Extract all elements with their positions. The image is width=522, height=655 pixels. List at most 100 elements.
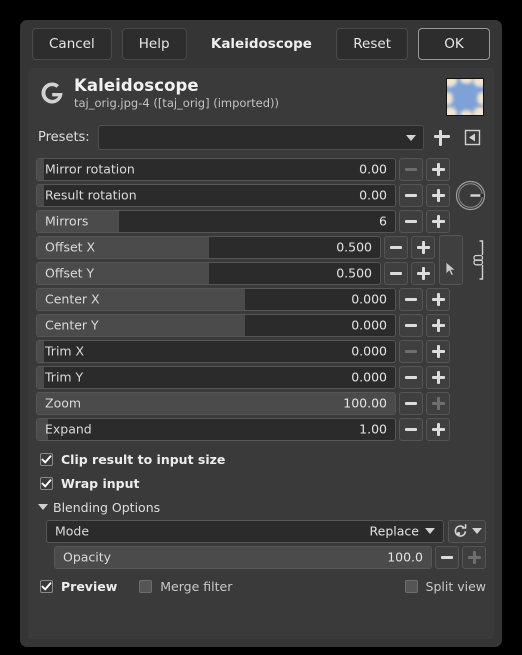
param-label: Result rotation	[45, 187, 137, 203]
mirrors-increment-button[interactable]	[426, 209, 450, 233]
presets-row: Presets:	[36, 122, 486, 157]
param-row-mirrors: Mirrors 6	[36, 209, 486, 233]
offset-x-slider[interactable]: Offset X 0.500	[36, 235, 381, 259]
chevron-down-icon	[471, 528, 482, 534]
trim-x-decrement-button[interactable]	[399, 339, 423, 363]
chain-link-icon[interactable]	[466, 235, 486, 285]
zoom-decrement-button[interactable]	[399, 391, 423, 415]
cancel-button[interactable]: Cancel	[32, 28, 112, 60]
dialog-titlebar: Cancel Help Kaleidoscope Reset OK	[20, 20, 502, 68]
trim-y-decrement-button[interactable]	[399, 365, 423, 389]
param-value: 0.00	[359, 187, 387, 203]
param-row-result-rotation: Result rotation 0.00	[36, 180, 486, 210]
blending-options-disclosure[interactable]: Blending Options	[36, 495, 486, 519]
center-y-increment-button[interactable]	[426, 313, 450, 337]
mirror-rotation-decrement-button[interactable]	[399, 157, 423, 181]
presets-combobox[interactable]	[97, 125, 424, 150]
slider-fill	[37, 158, 45, 180]
center-x-slider[interactable]: Center X 0.000	[36, 287, 396, 311]
trim-x-slider[interactable]: Trim X 0.000	[36, 339, 396, 363]
offset-y-decrement-button[interactable]	[384, 261, 408, 285]
checkbox-row-clip-result[interactable]: Clip result to input size	[36, 447, 486, 471]
center-x-increment-button[interactable]	[426, 287, 450, 311]
ok-button[interactable]: OK	[418, 28, 490, 60]
triangle-expanded-icon	[38, 504, 48, 510]
pick-coordinate-cursor-icon[interactable]	[439, 235, 463, 285]
result-rotation-slider[interactable]: Result rotation 0.00	[36, 183, 396, 207]
offset-y-increment-button[interactable]	[411, 261, 435, 285]
preview-checkbox[interactable]	[40, 579, 53, 593]
mirrors-decrement-button[interactable]	[399, 209, 423, 233]
dialog-title: Kaleidoscope	[210, 36, 312, 52]
blend-switch-icon[interactable]	[448, 519, 486, 543]
trim-x-increment-button[interactable]	[426, 339, 450, 363]
param-label: Mirror rotation	[45, 161, 135, 177]
merge-filter-checkbox[interactable]	[139, 579, 153, 593]
param-label: Trim Y	[45, 369, 84, 385]
opacity-increment-button[interactable]	[462, 545, 486, 569]
mirrors-slider[interactable]: Mirrors 6	[36, 209, 396, 233]
split-view-checkbox[interactable]	[404, 579, 418, 593]
slider-fill	[37, 392, 395, 414]
wrap-input-checkbox[interactable]	[40, 476, 53, 490]
offset-y-slider[interactable]: Offset Y 0.500	[36, 261, 381, 285]
offset-group: Offset X 0.500 Offset Y 0.500	[36, 235, 486, 285]
expand-slider[interactable]: Expand 1.00	[36, 417, 396, 441]
mirror-rotation-slider[interactable]: Mirror rotation 0.00	[36, 157, 396, 181]
split-view-group: Split view	[404, 578, 486, 594]
param-label: Center Y	[45, 317, 99, 333]
offset-x-decrement-button[interactable]	[384, 235, 408, 259]
expand-decrement-button[interactable]	[399, 417, 423, 441]
param-label: Center X	[45, 291, 100, 307]
help-button[interactable]: Help	[121, 28, 187, 60]
param-row-mirror-rotation: Mirror rotation 0.00	[36, 157, 486, 181]
result-rotation-increment-button[interactable]	[426, 183, 450, 207]
param-row-expand: Expand 1.00	[36, 417, 486, 441]
center-y-decrement-button[interactable]	[399, 313, 423, 337]
gegl-g-icon	[38, 79, 66, 107]
dialog-footer: Preview Merge filter Split view	[36, 573, 486, 599]
param-label: Trim X	[45, 343, 85, 359]
mirror-rotation-increment-button[interactable]	[426, 157, 450, 181]
clip-result-label: Clip result to input size	[61, 451, 226, 467]
split-view-label: Split view	[425, 578, 486, 594]
kaleidoscope-filter-dialog: Cancel Help Kaleidoscope Reset OK Kaleid…	[20, 20, 502, 647]
slider-fill	[37, 340, 45, 362]
param-value: 0.000	[351, 369, 387, 385]
blending-options-body: Mode Replace Opacity 100.0	[36, 519, 486, 569]
opacity-value: 100.0	[387, 549, 423, 565]
preset-menu-icon[interactable]	[460, 126, 484, 150]
checkbox-row-wrap-input[interactable]: Wrap input	[36, 471, 486, 495]
opacity-label: Opacity	[63, 549, 112, 565]
plus-icon[interactable]	[430, 126, 454, 150]
param-label: Offset X	[45, 239, 96, 255]
param-row-center-y: Center Y 0.000	[36, 313, 486, 337]
opacity-decrement-button[interactable]	[435, 545, 459, 569]
zoom-increment-button[interactable]	[426, 391, 450, 415]
expand-increment-button[interactable]	[426, 417, 450, 441]
blend-mode-combobox[interactable]: Mode Replace	[46, 519, 444, 543]
center-y-slider[interactable]: Center Y 0.000	[36, 313, 396, 337]
slider-fill	[37, 366, 45, 388]
angle-dial-icon[interactable]	[454, 179, 486, 211]
param-value: 0.00	[359, 161, 387, 177]
trim-y-slider[interactable]: Trim Y 0.000	[36, 365, 396, 389]
clip-result-checkbox[interactable]	[40, 452, 53, 466]
opacity-slider[interactable]: Opacity 100.0	[54, 545, 432, 569]
offset-x-increment-button[interactable]	[411, 235, 435, 259]
mode-value: Replace	[369, 523, 419, 539]
param-value: 0.000	[351, 343, 387, 359]
zoom-slider[interactable]: Zoom 100.00	[36, 391, 396, 415]
param-value: 1.00	[359, 421, 387, 437]
reset-button[interactable]: Reset	[336, 28, 408, 60]
merge-filter-label: Merge filter	[160, 578, 233, 594]
param-label: Offset Y	[45, 265, 95, 281]
param-row-zoom: Zoom 100.00	[36, 391, 486, 415]
trim-y-increment-button[interactable]	[426, 365, 450, 389]
result-rotation-decrement-button[interactable]	[399, 183, 423, 207]
param-row-center-x: Center X 0.000	[36, 287, 486, 311]
operation-text: Kaleidoscope taj_orig.jpg-4 ([taj_orig] …	[74, 76, 446, 111]
center-x-decrement-button[interactable]	[399, 287, 423, 311]
mode-label: Mode	[55, 523, 90, 539]
blending-options-label: Blending Options	[53, 499, 161, 515]
